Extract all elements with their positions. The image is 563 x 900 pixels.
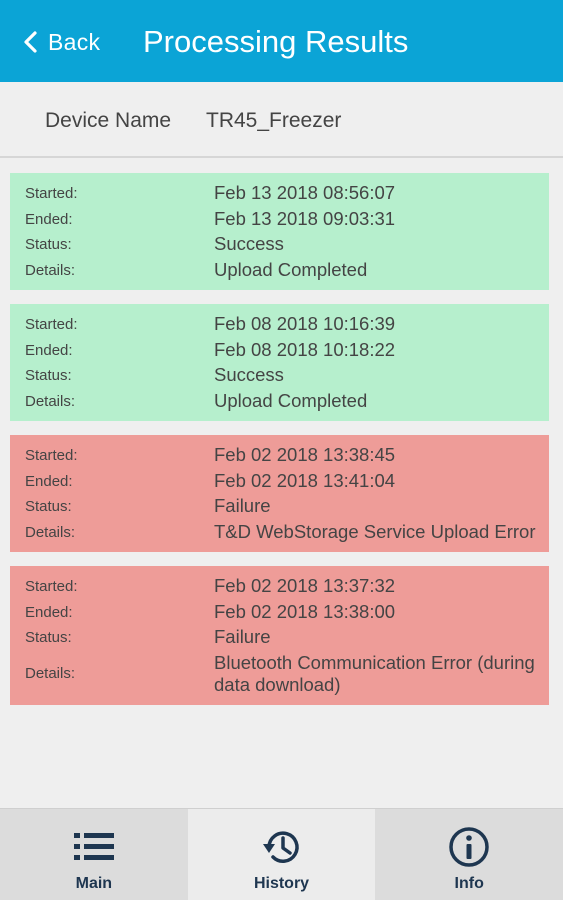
device-name-label: Device Name xyxy=(45,109,172,132)
details-value: Upload Completed xyxy=(214,258,368,280)
bottom-nav: Main History Info xyxy=(0,808,563,900)
result-row-ended: Ended: Feb 13 2018 09:03:31 xyxy=(10,208,549,234)
result-row-started: Started: Feb 02 2018 13:38:45 xyxy=(10,444,549,470)
ended-value: Feb 08 2018 10:18:22 xyxy=(214,338,396,360)
details-value: T&D WebStorage Service Upload Error xyxy=(214,520,536,542)
result-row-details: Details: Upload Completed xyxy=(10,259,549,285)
result-row-details: Details: Bluetooth Communication Error (… xyxy=(10,652,549,700)
ended-value: Feb 02 2018 13:41:04 xyxy=(214,469,396,491)
back-label: Back xyxy=(48,28,101,55)
history-icon xyxy=(262,831,299,863)
result-row-ended: Ended: Feb 08 2018 10:18:22 xyxy=(10,339,549,365)
result-row-details: Details: T&D WebStorage Service Upload E… xyxy=(10,521,549,547)
results-list: Started: Feb 13 2018 08:56:07 Ended: Feb… xyxy=(10,173,549,719)
details-value: Upload Completed xyxy=(214,389,368,411)
tab-main[interactable]: Main xyxy=(0,809,188,900)
ended-value: Feb 13 2018 09:03:31 xyxy=(214,207,396,229)
started-label: Started: xyxy=(25,578,78,595)
result-card[interactable]: Started: Feb 02 2018 13:37:32 Ended: Feb… xyxy=(10,566,549,705)
tab-history-label: History xyxy=(253,875,310,892)
status-label: Status: xyxy=(25,236,72,253)
page-title: Processing Results xyxy=(143,24,409,59)
ended-label: Ended: xyxy=(25,603,73,621)
result-row-ended: Ended: Feb 02 2018 13:41:04 xyxy=(10,470,549,496)
status-label: Status: xyxy=(25,367,72,384)
result-row-status: Status: Success xyxy=(10,364,549,390)
tab-main-label: Main xyxy=(75,875,113,892)
result-row-started: Started: Feb 13 2018 08:56:07 xyxy=(10,182,549,208)
details-value: Bluetooth Communication Error (during da… xyxy=(214,651,535,695)
info-icon xyxy=(449,827,489,867)
result-row-status: Status: Failure xyxy=(10,626,549,652)
device-name-row: Device Name TR45_Freezer xyxy=(0,82,563,158)
list-icon xyxy=(73,833,114,860)
tab-info[interactable]: Info xyxy=(375,809,563,900)
started-value: Feb 02 2018 13:38:45 xyxy=(214,444,396,465)
status-label: Status: xyxy=(25,629,72,646)
started-label: Started: xyxy=(25,316,78,333)
started-label: Started: xyxy=(25,185,78,202)
result-row-started: Started: Feb 02 2018 13:37:32 xyxy=(10,575,549,601)
status-value: Success xyxy=(214,364,284,385)
started-value: Feb 13 2018 08:56:07 xyxy=(214,182,396,203)
chevron-left-icon xyxy=(24,31,37,53)
started-value: Feb 08 2018 10:16:39 xyxy=(214,313,396,334)
status-value: Failure xyxy=(214,495,271,516)
tab-info-label: Info xyxy=(454,875,484,892)
ended-label: Ended: xyxy=(25,472,73,490)
result-card[interactable]: Started: Feb 13 2018 08:56:07 Ended: Feb… xyxy=(10,173,549,290)
device-name-value: TR45_Freezer xyxy=(206,109,342,132)
details-label: Details: xyxy=(25,664,76,682)
ended-value: Feb 02 2018 13:38:00 xyxy=(214,600,396,622)
app-bar: Back Processing Results xyxy=(0,0,563,82)
status-value: Success xyxy=(214,233,284,254)
result-row-status: Status: Failure xyxy=(10,495,549,521)
started-label: Started: xyxy=(25,447,78,464)
result-card[interactable]: Started: Feb 08 2018 10:16:39 Ended: Feb… xyxy=(10,304,549,421)
started-value: Feb 02 2018 13:37:32 xyxy=(214,575,396,596)
details-label: Details: xyxy=(25,261,76,279)
result-row-status: Status: Success xyxy=(10,233,549,259)
ended-label: Ended: xyxy=(25,210,73,228)
back-button[interactable]: Back xyxy=(22,26,100,58)
result-card[interactable]: Started: Feb 02 2018 13:38:45 Ended: Feb… xyxy=(10,435,549,552)
status-label: Status: xyxy=(25,498,72,515)
tab-history[interactable]: History xyxy=(187,809,376,900)
result-row-started: Started: Feb 08 2018 10:16:39 xyxy=(10,313,549,339)
status-value: Failure xyxy=(214,626,271,647)
result-row-details: Details: Upload Completed xyxy=(10,390,549,416)
details-label: Details: xyxy=(25,523,76,541)
details-label: Details: xyxy=(25,392,76,410)
result-row-ended: Ended: Feb 02 2018 13:38:00 xyxy=(10,601,549,627)
ended-label: Ended: xyxy=(25,341,73,359)
